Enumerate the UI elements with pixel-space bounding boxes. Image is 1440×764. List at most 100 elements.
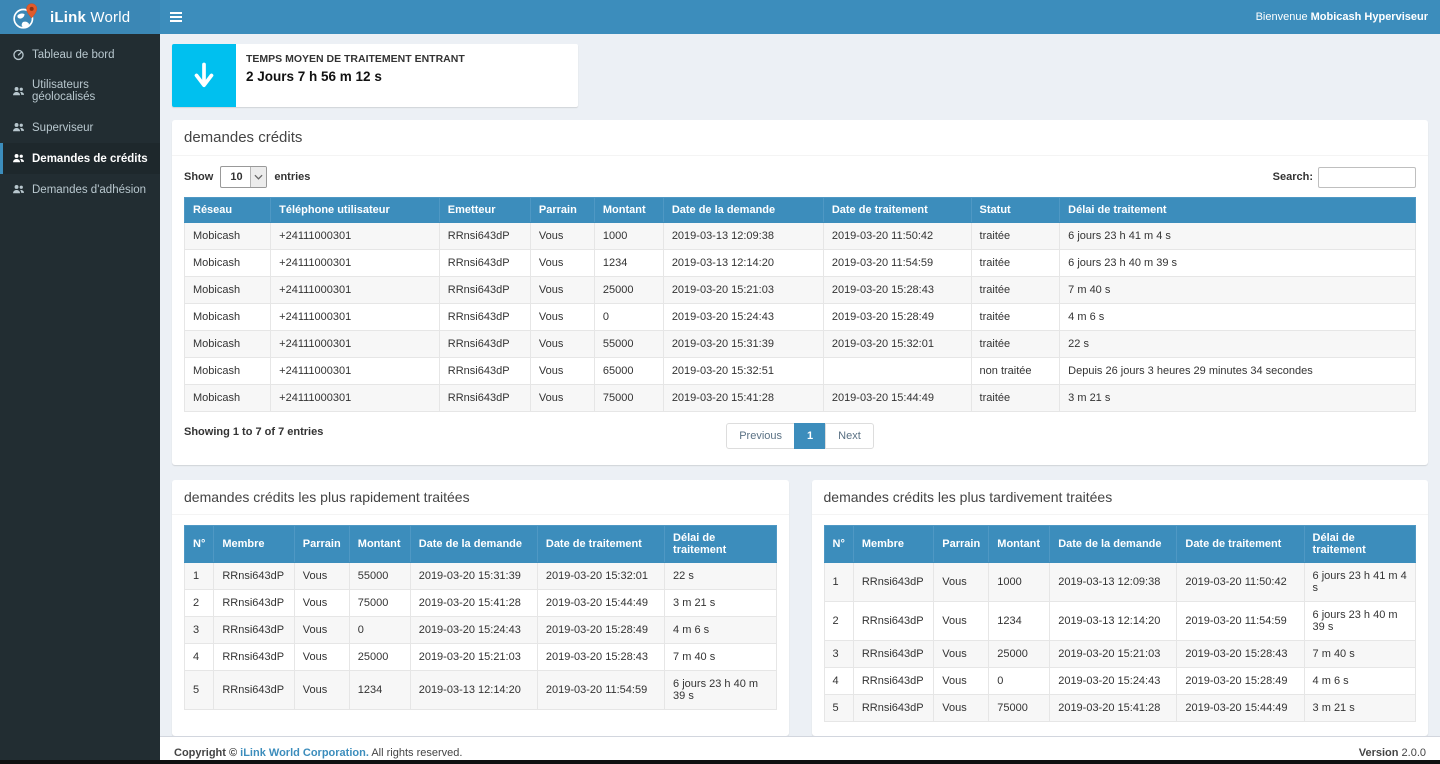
table-cell: 2019-03-20 15:28:49 (1177, 668, 1304, 695)
table-cell: 6 jours 23 h 41 m 4 s (1304, 563, 1415, 602)
table-cell: Mobicash (185, 277, 271, 304)
company-link[interactable]: iLink World Corporation. (240, 747, 369, 759)
table-cell: 2019-03-20 15:41:28 (1050, 695, 1177, 722)
table-cell: 4 m 6 s (665, 617, 776, 644)
arrow-down-icon (172, 44, 236, 107)
table-cell: +24111000301 (271, 358, 440, 385)
table-cell: 75000 (989, 695, 1050, 722)
sidebar-item-label: Demandes d'adhésion (32, 184, 146, 196)
table-cell: Vous (294, 563, 349, 590)
pagination-next-button[interactable]: Next (825, 423, 874, 449)
sidebar-item-utilisateurs-g-olocalis-s[interactable]: Utilisateurs géolocalisés (0, 70, 160, 112)
table-cell: 2019-03-20 15:31:39 (663, 331, 823, 358)
app-window: iLink World Bienvenue Mobicash Hypervise… (0, 0, 1440, 764)
column-header[interactable]: Parrain (530, 198, 594, 223)
table-cell: 22 s (1060, 331, 1416, 358)
table-cell: 3 m 21 s (1060, 385, 1416, 412)
table-row: 5RRnsi643dPVous750002019-03-20 15:41:282… (824, 695, 1416, 722)
column-header[interactable]: Parrain (294, 526, 349, 563)
column-header[interactable]: Date de la demande (1050, 526, 1177, 563)
table-row: 1RRnsi643dPVous550002019-03-20 15:31:392… (185, 563, 777, 590)
column-header[interactable]: Montant (989, 526, 1050, 563)
table-cell: RRnsi643dP (439, 358, 530, 385)
column-header[interactable]: Date de la demande (410, 526, 537, 563)
table-cell: Vous (530, 250, 594, 277)
table-cell: Vous (530, 304, 594, 331)
panel-title: demandes crédits les plus tardivement tr… (812, 480, 1429, 515)
table-cell: Vous (530, 385, 594, 412)
table-cell: RRnsi643dP (853, 602, 933, 641)
sidebar-item-label: Tableau de bord (32, 49, 114, 61)
table-cell: +24111000301 (271, 331, 440, 358)
sidebar: Tableau de bord Utilisateurs géolocalisés… (0, 34, 160, 760)
table-cell: 2019-03-20 15:28:43 (823, 277, 971, 304)
users-icon (12, 121, 25, 134)
table-cell: RRnsi643dP (853, 563, 933, 602)
column-header[interactable]: Date de la demande (663, 198, 823, 223)
table-row: 2RRnsi643dPVous750002019-03-20 15:41:282… (185, 590, 777, 617)
table-cell: 2019-03-20 11:54:59 (1177, 602, 1304, 641)
panel-latest-processed: demandes crédits les plus tardivement tr… (812, 480, 1429, 736)
table-cell: RRnsi643dP (214, 617, 294, 644)
table-cell: Vous (294, 617, 349, 644)
column-header[interactable]: Réseau (185, 198, 271, 223)
table-cell: 4 (185, 644, 214, 671)
table-row: Mobicash+24111000301RRnsi643dPVous250002… (185, 277, 1416, 304)
table-cell: 2 (824, 602, 853, 641)
column-header[interactable]: Date de traitement (537, 526, 664, 563)
table-cell: +24111000301 (271, 250, 440, 277)
stat-card-label: TEMPS MOYEN DE TRAITEMENT ENTRANT (246, 53, 465, 65)
table-cell: traitée (971, 223, 1060, 250)
table-row: 4RRnsi643dPVous250002019-03-20 15:21:032… (185, 644, 777, 671)
pagination: Previous 1 Next (184, 423, 1416, 449)
window-bottom-edge (0, 760, 1440, 764)
table-cell: 25000 (989, 641, 1050, 668)
pagination-page-1-button[interactable]: 1 (794, 423, 826, 449)
table-cell: 2019-03-20 15:41:28 (663, 385, 823, 412)
table-cell: 2019-03-20 15:32:01 (823, 331, 971, 358)
page-size-select[interactable]: 10 (220, 166, 267, 188)
sidebar-toggle-button[interactable] (160, 0, 192, 34)
pagination-previous-button[interactable]: Previous (726, 423, 795, 449)
table-cell: 2019-03-20 15:21:03 (663, 277, 823, 304)
column-header[interactable]: Montant (594, 198, 663, 223)
table-cell: RRnsi643dP (439, 304, 530, 331)
column-header[interactable]: Date de traitement (1177, 526, 1304, 563)
table-cell: 2019-03-20 11:50:42 (823, 223, 971, 250)
table-cell: 6 jours 23 h 41 m 4 s (1060, 223, 1416, 250)
column-header[interactable]: Délai de traitement (1304, 526, 1415, 563)
table-cell: 2019-03-20 15:21:03 (1050, 641, 1177, 668)
column-header[interactable]: Montant (349, 526, 410, 563)
brand-link[interactable]: iLink World (0, 0, 160, 34)
column-header[interactable]: N° (824, 526, 853, 563)
column-header[interactable]: Emetteur (439, 198, 530, 223)
column-header[interactable]: Membre (214, 526, 294, 563)
column-header[interactable]: Date de traitement (823, 198, 971, 223)
column-header[interactable]: Délai de traitement (665, 526, 776, 563)
search-input[interactable] (1318, 167, 1416, 188)
sidebar-item-demandes-d-adh-sion[interactable]: Demandes d'adhésion (0, 174, 160, 205)
sidebar-item-demandes-de-cr-dits[interactable]: Demandes de crédits (0, 143, 160, 174)
column-header[interactable]: Délai de traitement (1060, 198, 1416, 223)
dashboard-icon (12, 48, 25, 61)
table-cell: 1234 (989, 602, 1050, 641)
table-cell: 2019-03-13 12:14:20 (410, 671, 537, 710)
table-cell: 25000 (349, 644, 410, 671)
table-cell: 2019-03-20 15:31:39 (410, 563, 537, 590)
column-header[interactable]: Statut (971, 198, 1060, 223)
table-cell: RRnsi643dP (439, 277, 530, 304)
sidebar-item-superviseur[interactable]: Superviseur (0, 112, 160, 143)
table-cell (823, 358, 971, 385)
column-header[interactable]: Membre (853, 526, 933, 563)
table-cell: Mobicash (185, 385, 271, 412)
table-row: 5RRnsi643dPVous12342019-03-13 12:14:2020… (185, 671, 777, 710)
column-header[interactable]: Téléphone utilisateur (271, 198, 440, 223)
column-header[interactable]: N° (185, 526, 214, 563)
table-cell: Mobicash (185, 223, 271, 250)
table-cell: +24111000301 (271, 277, 440, 304)
table-row: 3RRnsi643dPVous250002019-03-20 15:21:032… (824, 641, 1416, 668)
table-cell: Vous (530, 223, 594, 250)
sidebar-item-tableau-de-bord[interactable]: Tableau de bord (0, 39, 160, 70)
column-header[interactable]: Parrain (934, 526, 989, 563)
table-cell: 1234 (349, 671, 410, 710)
